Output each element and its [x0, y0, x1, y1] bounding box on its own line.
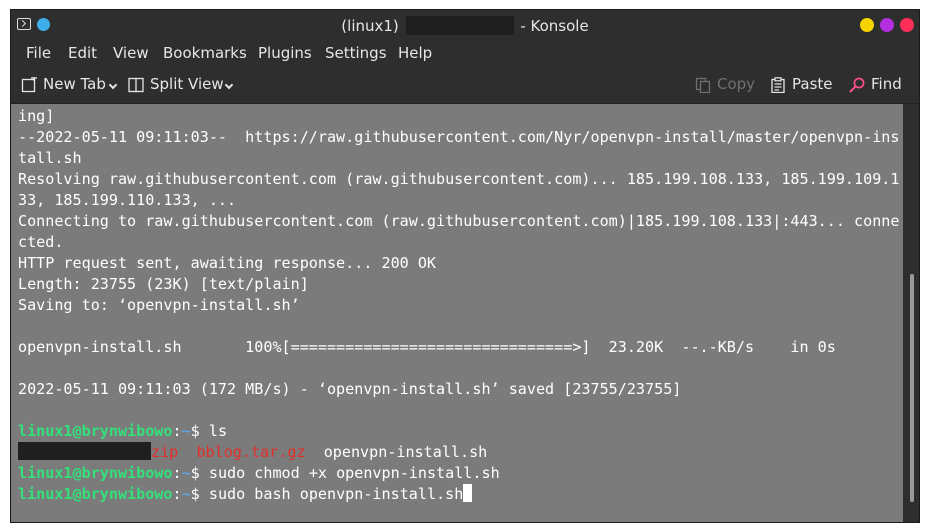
prompt-line-chmod: linux1@brynwibowo:~$ sudo chmod +x openv…: [18, 463, 903, 484]
menu-settings[interactable]: Settings: [325, 44, 387, 62]
menu-plugins[interactable]: Plugins: [258, 44, 312, 62]
terminal-line: HTTP request sent, awaiting response... …: [18, 254, 437, 272]
ls-entry-archive: bblog.tar.gz: [196, 443, 306, 461]
find-button[interactable]: Find: [849, 75, 909, 97]
prompt-symbol: $: [190, 422, 209, 440]
menu-file[interactable]: File: [26, 44, 51, 62]
terminal-line: tall.sh: [18, 149, 82, 167]
title-bar: (linux1) - Konsole: [11, 10, 919, 40]
prompt-user: linux1@brynwibowo: [18, 464, 173, 482]
toolbar: New Tab Split View Copy Paste Find: [11, 66, 919, 104]
ls-entry-script: openvpn-install.sh: [323, 443, 488, 461]
terminal-line: Connecting to raw.githubusercontent.com …: [18, 212, 900, 230]
copy-label: Copy: [717, 75, 756, 93]
terminal-line: 2022-05-11 09:11:03 (172 MB/s) - ‘openvp…: [18, 380, 682, 398]
prompt-line-current[interactable]: linux1@brynwibowo:~$ sudo bash openvpn-i…: [18, 484, 903, 505]
copy-button[interactable]: Copy: [695, 75, 755, 97]
split-view-chevron-down-icon[interactable]: [224, 80, 234, 90]
prompt-path: ~: [181, 422, 191, 440]
terminal-line: ing]: [18, 107, 55, 125]
command-text: ls: [208, 422, 228, 440]
ls-output-line: zip bblog.tar.gz openvpn-install.sh: [18, 442, 903, 463]
window-title-suffix: - Konsole: [520, 17, 589, 35]
redacted-filename: [18, 442, 151, 460]
prompt-path: ~: [181, 464, 191, 482]
prompt-separator: :: [172, 464, 182, 482]
menu-view[interactable]: View: [113, 44, 149, 62]
prompt-symbol: $: [190, 464, 209, 482]
ls-entry-zip: zip: [151, 443, 179, 461]
command-text: sudo chmod +x openvpn-install.sh: [208, 464, 500, 482]
command-input-text[interactable]: sudo bash openvpn-install.sh: [209, 485, 463, 503]
terminal-line: --2022-05-11 09:11:03-- https://raw.gith…: [18, 128, 900, 146]
split-view-button[interactable]: Split View: [128, 75, 238, 97]
scrollbar-thumb[interactable]: [910, 274, 914, 502]
maximize-button[interactable]: [880, 18, 894, 32]
terminal-line: cted.: [18, 233, 64, 251]
terminal-line: openvpn-install.sh 100%[================…: [18, 338, 836, 356]
redacted-hostname: [405, 16, 514, 35]
find-label: Find: [871, 75, 902, 93]
prompt-path: ~: [181, 485, 191, 503]
menu-edit[interactable]: Edit: [68, 44, 97, 62]
terminal-line: Length: 23755 (23K) [text/plain]: [18, 275, 309, 293]
prompt-symbol: $: [190, 485, 209, 503]
terminal-scrollbar[interactable]: [903, 104, 919, 522]
paste-button[interactable]: Paste: [770, 75, 835, 97]
prompt-user: linux1@brynwibowo: [18, 485, 173, 503]
window-title: (linux1) - Konsole: [11, 16, 919, 35]
minimize-button[interactable]: [860, 18, 874, 32]
close-button[interactable]: [900, 18, 914, 32]
split-view-label: Split View: [150, 75, 224, 93]
text-cursor: [463, 484, 473, 502]
new-tab-chevron-down-icon[interactable]: [108, 80, 118, 90]
search-icon: [849, 77, 865, 93]
menu-bar: File Edit View Bookmarks Plugins Setting…: [11, 40, 919, 66]
terminal-output[interactable]: ing] --2022-05-11 09:11:03-- https://raw…: [11, 104, 903, 522]
terminal-line: 33, 185.199.110.133, ...: [18, 191, 237, 209]
menu-bookmarks[interactable]: Bookmarks: [163, 44, 247, 62]
split-view-icon: [128, 77, 144, 93]
window-title-prefix: (linux1): [341, 17, 399, 35]
paste-label: Paste: [792, 75, 833, 93]
prompt-user: linux1@brynwibowo: [18, 422, 173, 440]
prompt-separator: :: [172, 485, 182, 503]
paste-icon: [771, 77, 785, 93]
konsole-window: (linux1) - Konsole File Edit View Bookma…: [10, 9, 920, 523]
menu-help[interactable]: Help: [398, 44, 432, 62]
copy-icon: [695, 77, 711, 93]
new-tab-button[interactable]: New Tab: [21, 75, 121, 97]
terminal-line: Resolving raw.githubusercontent.com (raw…: [18, 170, 900, 188]
terminal-line: Saving to: ‘openvpn-install.sh’: [18, 296, 300, 314]
prompt-line-ls: linux1@brynwibowo:~$ ls: [18, 421, 903, 442]
new-tab-label: New Tab: [43, 75, 106, 93]
prompt-separator: :: [172, 422, 182, 440]
new-tab-icon: [21, 77, 37, 93]
